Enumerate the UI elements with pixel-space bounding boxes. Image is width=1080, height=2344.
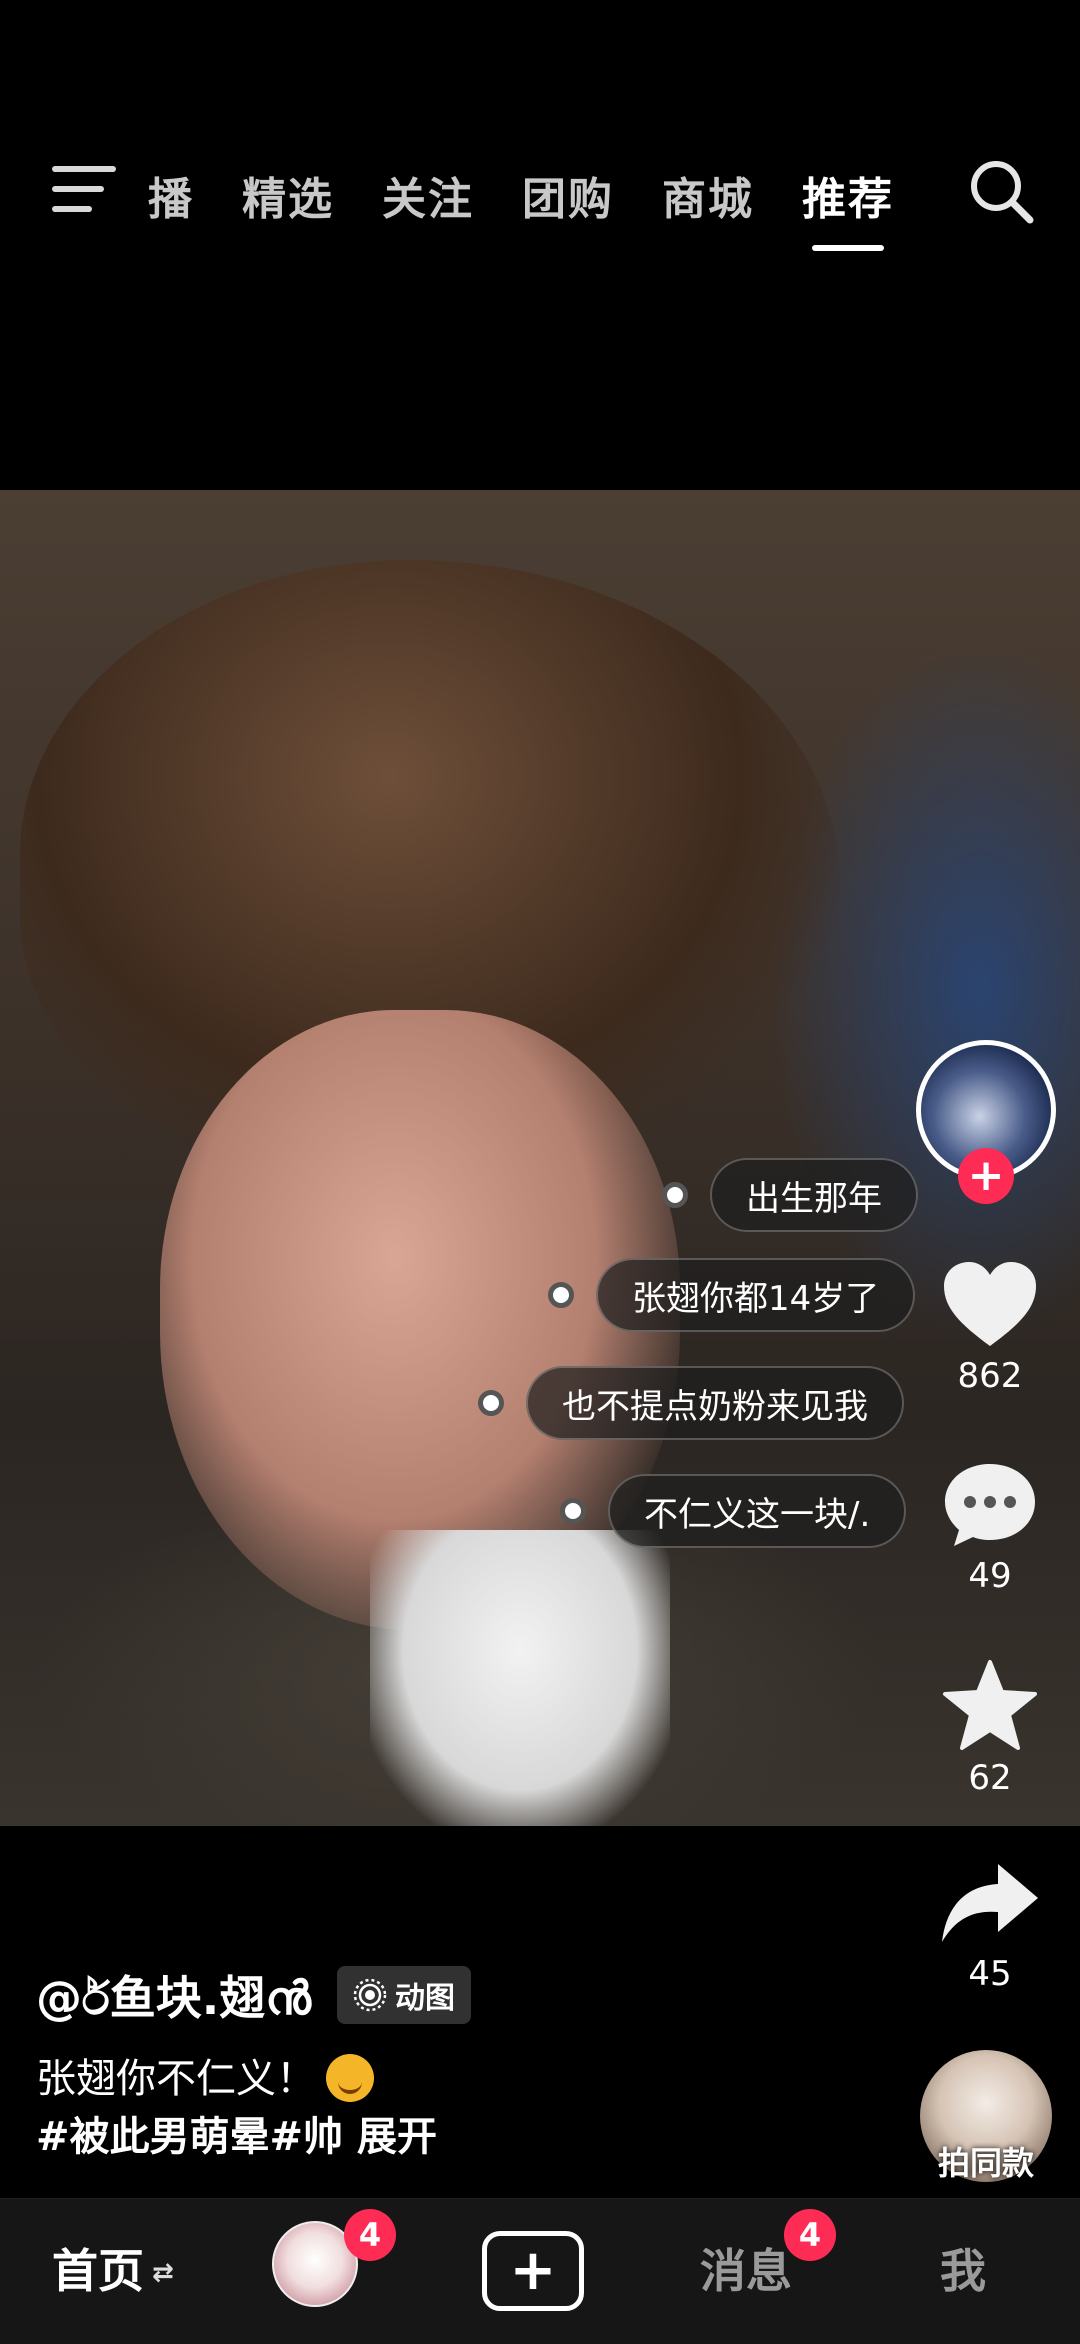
share-arrow-icon xyxy=(942,1864,1038,1942)
like-count: 862 xyxy=(957,1356,1023,1396)
tab-featured[interactable]: 精选 xyxy=(242,163,334,227)
feed-tabs: 播 精选 关注 团购 商城 推荐 xyxy=(148,140,942,251)
yum-emoji-icon xyxy=(326,2054,374,2102)
bottom-navigation: 首页 ⇄ 4 + 消息 4 我 xyxy=(0,2198,1080,2344)
caption-text: 张翅你不仁义！ xyxy=(36,2056,316,2102)
create-button[interactable]: + xyxy=(482,2231,584,2311)
share-count: 45 xyxy=(968,1954,1012,1994)
tab-recommended[interactable]: 推荐 xyxy=(802,163,894,251)
tab-live[interactable]: 播 xyxy=(148,163,194,227)
danmu-text: 也不提点奶粉来见我 xyxy=(526,1366,904,1440)
friends-badge: 4 xyxy=(344,2209,396,2261)
comment-icon xyxy=(945,1464,1035,1546)
nav-home-label: 首页 xyxy=(52,2244,144,2298)
share-button[interactable]: 45 xyxy=(930,1858,1050,1994)
top-navigation: 播 精选 关注 团购 商城 推荐 xyxy=(0,140,1080,251)
danmu-dot-icon xyxy=(478,1390,504,1416)
video-player[interactable] xyxy=(0,490,1080,1826)
messages-badge: 4 xyxy=(784,2209,836,2261)
comment-count: 49 xyxy=(968,1556,1012,1596)
search-icon[interactable] xyxy=(962,152,1042,232)
gif-badge-label: 动图 xyxy=(394,1981,455,2016)
author-name[interactable]: @ර්鱼块.翅ൻ xyxy=(36,1962,311,2028)
nav-home[interactable]: 首页 ⇄ xyxy=(52,2235,174,2301)
danmu-text: 不仁义这一块/. xyxy=(608,1474,907,1548)
hashtags[interactable]: #被此男萌晕#帅 xyxy=(36,2114,343,2160)
tab-group-buy[interactable]: 团购 xyxy=(522,163,614,227)
danmu-dot-icon xyxy=(662,1182,688,1208)
danmu-text: 出生那年 xyxy=(710,1158,918,1232)
danmu-dot-icon xyxy=(560,1498,586,1524)
nav-me[interactable]: 我 xyxy=(940,2235,986,2301)
tab-mall[interactable]: 商城 xyxy=(662,163,754,227)
expand-button[interactable]: 展开 xyxy=(357,2114,437,2160)
danmu-comment[interactable]: 出生那年 xyxy=(662,1158,918,1232)
post-caption[interactable]: 张翅你不仁义！ #被此男萌晕#帅 展开 xyxy=(36,2050,896,2166)
follow-button[interactable]: + xyxy=(958,1148,1014,1204)
nav-messages[interactable]: 消息 xyxy=(700,2235,792,2301)
screen: 播 精选 关注 团购 商城 推荐 出生那年 张翅你都14岁了 也不提点奶粉来见我 xyxy=(0,0,1080,2344)
author-row: @ර්鱼块.翅ൻ 动图 xyxy=(36,1962,471,2028)
danmu-text: 张翅你都14岁了 xyxy=(596,1258,916,1332)
heart-icon xyxy=(944,1262,1036,1346)
menu-icon[interactable] xyxy=(52,162,118,218)
favorite-count: 62 xyxy=(968,1758,1012,1798)
comment-button[interactable]: 49 xyxy=(930,1458,1050,1596)
video-subject-shirt xyxy=(370,1530,670,1826)
same-style-label[interactable]: 拍同款 xyxy=(920,2138,1052,2184)
star-icon xyxy=(943,1660,1037,1750)
live-photo-icon xyxy=(353,1978,387,2012)
switch-arrows-icon: ⇄ xyxy=(152,2258,174,2288)
danmu-dot-icon xyxy=(548,1282,574,1308)
tab-following[interactable]: 关注 xyxy=(382,163,474,227)
danmu-comment[interactable]: 不仁义这一块/. xyxy=(560,1474,907,1548)
gif-badge[interactable]: 动图 xyxy=(336,1966,471,2024)
danmu-comment[interactable]: 张翅你都14岁了 xyxy=(548,1258,916,1332)
favorite-button[interactable]: 62 xyxy=(930,1658,1050,1798)
like-button[interactable]: 862 xyxy=(930,1258,1050,1396)
danmu-comment[interactable]: 也不提点奶粉来见我 xyxy=(478,1366,904,1440)
